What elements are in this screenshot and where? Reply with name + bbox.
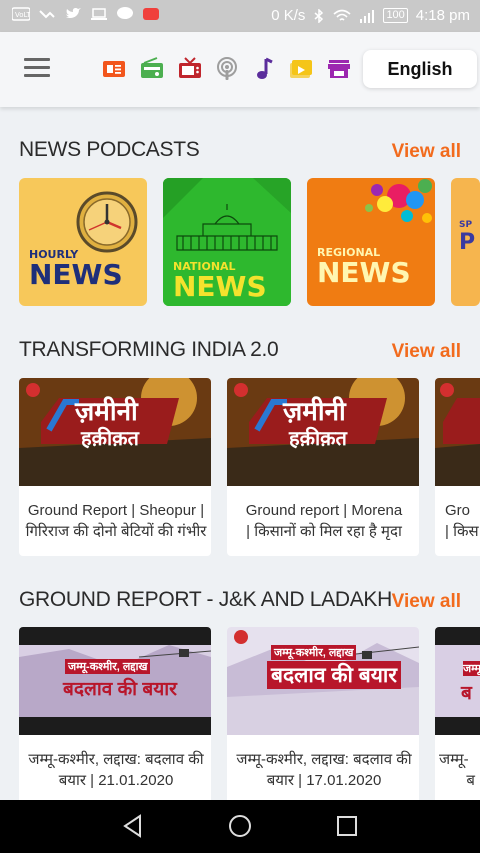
view-all-transforming-india-link[interactable]: View all [392,341,461,363]
missed-call-icon [39,10,55,19]
video-caption: Gro | किस [445,500,480,542]
caption-line2: बयार | 21.01.2020 [58,772,174,789]
video-caption: जम्मू-कश्मीर, लद्दाख: बदलाव की बयार | 17… [231,749,417,791]
podcast-icon[interactable] [214,56,240,82]
podcast-tile-national-news[interactable]: NATIONAL NEWS [163,178,291,306]
video-card-jk-17-01-2020[interactable]: जम्मू-कश्मीर, लद्दाख बदलाव की बयार जम्मू… [227,627,419,805]
podcast-tile-line2: NEWS [317,256,411,289]
caption-line2: | किसानों को मिल रहा है मृदा [246,523,402,540]
banner-title-line2: ब [461,683,472,704]
notification-icons: VoLTE [12,7,160,21]
banner-title-line1: ज़मीनी [283,397,346,427]
top-bar: English [0,32,480,107]
caption-line1: Gro [445,502,471,519]
caption-line2: ब [466,772,475,789]
bluetooth-icon [314,8,324,23]
caption-line2: | किस [445,523,479,540]
store-icon[interactable] [326,56,352,82]
video-caption: जम्मू-कश्मीर, लद्दाख: बदलाव की बयार | 21… [23,749,209,791]
view-all-news-podcasts-link[interactable]: View all [392,141,461,163]
video-caption: Ground report | Morena | किसानों को मिल … [231,500,417,542]
video-thumbnail: ज़मीनी हक़ीक़त [19,378,211,486]
caption-line1: Ground report | Morena [245,502,403,519]
banner-title-line2: हक़ीक़त [81,426,139,450]
battery-indicator: 100 [383,8,408,23]
clock-icon [76,191,138,253]
banner-title-line2: बदलाव की बयार [63,679,177,700]
home-icon[interactable] [228,814,252,838]
status-bar: VoLTE 0 K/s 100 4:18 pm [0,0,480,32]
clock: 4:18 pm [415,7,470,24]
podcast-tile-line2: P [459,230,476,255]
video-card-jk-21-01-2020[interactable]: जम्मू-कश्मीर, लद्दाख बदलाव की बयार जम्मू… [19,627,211,805]
video-thumbnail: जम्मू-कश्मीर, लद्दाख बदलाव की बयार [19,627,211,735]
video-card-sheopur[interactable]: ज़मीनी हक़ीक़त Ground Report | Sheopur |… [19,378,211,556]
recent-apps-icon[interactable] [336,815,358,837]
hamburger-menu-icon[interactable] [24,58,50,78]
volte-icon: VoLTE [12,7,30,21]
podcast-tile-line2: NEWS [29,258,123,291]
video-card-partial[interactable]: Gro | किस [435,378,480,556]
section-title-ground-report-jk: GROUND REPORT - J&K AND LADAKH [19,588,392,611]
music-icon[interactable] [251,56,277,82]
video-thumbnail: जम्मू-कश्मीर, लद्दाख बदलाव की बयार [227,627,419,735]
podcast-tile-line1: SP [459,220,473,230]
banner-title-line2: हक़ीक़त [289,426,347,450]
section-title-transforming-india: TRANSFORMING INDIA 2.0 [19,338,279,361]
tv-icon[interactable] [177,56,203,82]
wifi-icon [333,9,351,21]
huawei-icon [143,8,159,20]
banner-title-line1: जम्मू-कश्मीर, लद्दाख [271,645,357,660]
banner-title-line1: ज़मीनी [75,397,138,427]
banner-title-line1: जम्मू [463,661,480,676]
status-right: 0 K/s 100 4:18 pm [271,7,470,24]
android-navigation-bar [0,800,480,853]
podcast-tile-line2: NEWS [173,270,267,303]
video-card-morena[interactable]: ज़मीनी हक़ीक़त Ground report | Morena | … [227,378,419,556]
caption-line1: जम्मू- [439,751,469,768]
section-title-news-podcasts: NEWS PODCASTS [19,138,200,161]
video-card-partial-jk[interactable]: जम्मू ब जम्मू- ब [435,627,480,805]
banner-partial [435,378,480,486]
podcast-tile-regional-news[interactable]: REGIONAL NEWS [307,178,435,306]
video-thumbnail: ज़मीनी हक़ीक़त [227,378,419,486]
svg-text:VoLTE: VoLTE [15,11,30,19]
podcast-tile-hourly-news[interactable]: HOURLY NEWS [19,178,147,306]
signal-icon [360,9,375,23]
caption-line1: जम्मू-कश्मीर, लद्दाख: बदलाव की [28,751,204,768]
network-speed: 0 K/s [271,7,306,24]
twitter-icon [66,8,81,19]
video-caption: जम्मू- ब [439,749,479,791]
video-thumbnail [435,378,480,486]
chat-icon [117,7,133,19]
back-icon[interactable] [122,814,144,838]
radio-icon[interactable] [139,56,165,82]
video-icon[interactable] [288,56,314,82]
banner-title-line1: जम्मू-कश्मीर, लद्दाख [65,659,151,674]
caption-line2: गिरिराज की दोनो बेटियों की गंभीर [25,523,207,540]
language-button[interactable]: English [363,50,477,88]
video-caption: Ground Report | Sheopur | गिरिराज की दोन… [23,500,209,542]
banner-title-line2: बदलाव की बयार [267,661,401,689]
video-thumbnail: जम्मू ब [435,627,480,735]
laptop-icon [91,8,107,20]
newspaper-icon[interactable] [101,56,127,82]
view-all-ground-report-link[interactable]: View all [392,591,461,613]
caption-line2: बयार | 17.01.2020 [266,772,382,789]
podcast-tile-partial[interactable]: SP P [451,178,480,306]
caption-line1: Ground Report | Sheopur | [27,502,205,519]
banner-partial [435,627,480,735]
caption-line1: जम्मू-कश्मीर, लद्दाख: बदलाव की [236,751,412,768]
